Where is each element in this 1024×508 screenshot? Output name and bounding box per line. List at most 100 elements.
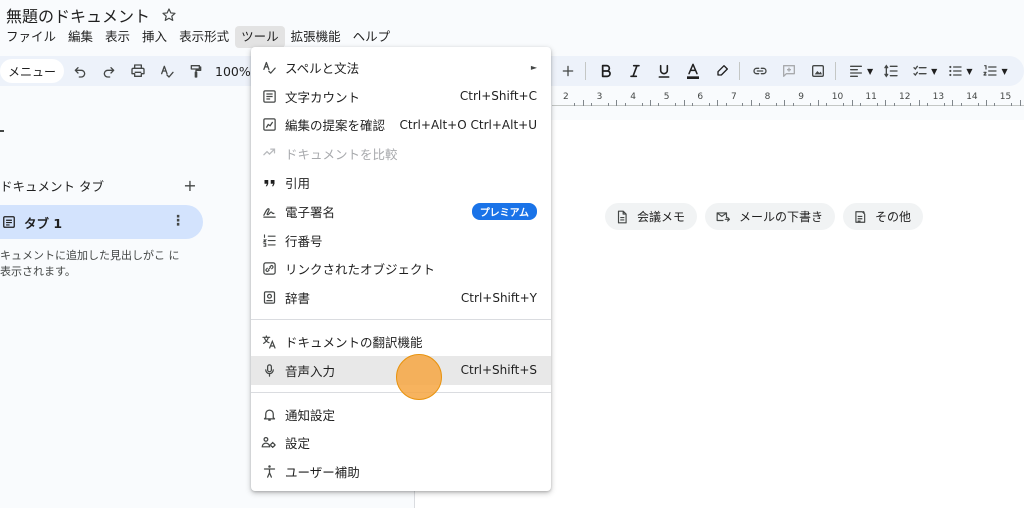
ruler-tick bbox=[818, 100, 819, 106]
menu-item-shortcut: Ctrl+Shift+C bbox=[459, 89, 537, 104]
horizontal-ruler[interactable]: 2 3 4 5 6 7 8 9 10 11 12 13 14 15 bbox=[552, 90, 1024, 110]
menu-item-label: ドキュメントの翻訳機能 bbox=[285, 335, 423, 351]
menu-separator bbox=[251, 319, 551, 321]
ruler-tick bbox=[692, 103, 693, 106]
ruler-tick bbox=[591, 103, 593, 106]
chip-label: その他 bbox=[875, 210, 912, 224]
chevron-down-icon[interactable]: ▼ bbox=[1001, 67, 1007, 76]
insert-link-icon[interactable] bbox=[747, 58, 773, 84]
numbered-list-icon[interactable] bbox=[977, 58, 1003, 84]
menu-item-shortcut: Ctrl+Shift+S bbox=[460, 363, 537, 378]
more-options-icon[interactable] bbox=[1013, 58, 1024, 84]
ruler-number: 10 bbox=[831, 92, 844, 102]
ruler-tick bbox=[624, 103, 626, 106]
menu-item-line-numbers[interactable]: 行番号 bbox=[251, 226, 551, 255]
insert-image-icon[interactable] bbox=[805, 58, 831, 84]
preferences-icon bbox=[261, 435, 277, 451]
menu-tools[interactable]: ツール bbox=[235, 26, 285, 48]
document-tabs-header: ドキュメント タブ + bbox=[0, 174, 200, 196]
document-tabs-title: ドキュメント タブ bbox=[0, 178, 104, 194]
document-title[interactable]: 無題のドキュメント bbox=[6, 3, 150, 27]
align-left-icon[interactable] bbox=[843, 58, 869, 84]
signature-icon bbox=[261, 203, 277, 219]
italic-icon[interactable] bbox=[622, 58, 648, 84]
ruler-number: 4 bbox=[630, 92, 636, 102]
increase-font-size-icon[interactable] bbox=[555, 58, 581, 84]
checklist-icon[interactable] bbox=[907, 58, 933, 84]
menu-item-label: スペルと文法 bbox=[285, 60, 360, 76]
meeting-notes-chip[interactable]: 会議メモ bbox=[605, 203, 698, 230]
bulleted-list-icon[interactable] bbox=[942, 58, 968, 84]
menu-item-translate-document[interactable]: ドキュメントの翻訳機能 bbox=[251, 327, 551, 356]
menu-item-linked-objects[interactable]: リンクされたオブジェクト bbox=[251, 255, 551, 284]
ruler-number: 6 bbox=[697, 92, 704, 102]
menu-item-label: 電子署名 bbox=[285, 204, 336, 220]
menu-edit[interactable]: 編集 bbox=[62, 26, 99, 48]
menu-item-esignature[interactable]: 電子署名 プレミアム bbox=[251, 197, 551, 226]
toolbar-divider bbox=[739, 62, 740, 80]
document-icon bbox=[617, 210, 627, 223]
spellcheck-icon[interactable] bbox=[154, 58, 180, 84]
ruler-tick bbox=[986, 100, 987, 106]
cursor-click-indicator bbox=[396, 354, 442, 400]
premium-badge: プレミアム bbox=[471, 202, 537, 220]
tab-options-icon[interactable]: ⋮ bbox=[171, 213, 185, 229]
ruler-tick bbox=[826, 103, 828, 106]
search-menus-button[interactable]: メニュー bbox=[0, 59, 65, 83]
underline-icon[interactable] bbox=[651, 58, 677, 84]
ruler-tick bbox=[675, 103, 677, 106]
ruler-tick bbox=[860, 103, 861, 106]
chevron-down-icon[interactable]: ▼ bbox=[966, 67, 972, 76]
email-draft-chip[interactable]: メールの下書き bbox=[705, 203, 836, 230]
chevron-down-icon[interactable]: ▼ bbox=[931, 67, 937, 76]
menu-item-notification-settings[interactable]: 通知設定 bbox=[251, 400, 551, 429]
paint-format-icon[interactable] bbox=[183, 58, 209, 84]
sidebar-item-tab-1[interactable]: タブ 1 ⋮ bbox=[0, 205, 203, 239]
bell-icon bbox=[261, 406, 277, 422]
ruler-tick bbox=[582, 100, 584, 106]
menu-item-dictionary[interactable]: 辞書 Ctrl+Shift+Y bbox=[251, 283, 551, 312]
redo-icon[interactable] bbox=[96, 58, 122, 84]
ruler-number: 14 bbox=[966, 92, 978, 102]
text-color-icon[interactable] bbox=[680, 58, 706, 84]
more-templates-chip[interactable]: その他 bbox=[843, 203, 924, 230]
menu-view[interactable]: 表示 bbox=[99, 26, 136, 48]
ruler-tick bbox=[725, 103, 727, 106]
chevron-down-icon[interactable]: ▼ bbox=[867, 67, 873, 76]
menu-insert[interactable]: 挿入 bbox=[136, 26, 173, 48]
ruler-tick bbox=[960, 103, 962, 106]
ruler-number: 5 bbox=[663, 92, 670, 102]
bold-icon[interactable] bbox=[593, 58, 619, 84]
menu-item-label: 設定 bbox=[285, 436, 311, 452]
translate-icon bbox=[261, 334, 277, 350]
menu-item-preferences[interactable]: 設定 bbox=[251, 429, 551, 458]
menu-format[interactable]: 表示形式 bbox=[173, 26, 235, 48]
ruler-tick bbox=[750, 100, 752, 106]
highlight-color-icon[interactable] bbox=[709, 58, 735, 84]
add-comment-icon[interactable] bbox=[776, 58, 802, 84]
menu-item-word-count[interactable]: 文字カウント Ctrl+Shift+C bbox=[251, 82, 551, 111]
ruler-tick bbox=[742, 103, 744, 106]
ruler-tick bbox=[784, 100, 786, 106]
menu-item-accessibility[interactable]: ユーザー補助 bbox=[251, 457, 551, 486]
menu-help[interactable]: ヘルプ bbox=[347, 26, 397, 48]
close-outline-icon[interactable] bbox=[0, 130, 4, 132]
menu-item-citations[interactable]: 引用 bbox=[251, 168, 551, 197]
print-icon[interactable] bbox=[125, 58, 151, 84]
line-spacing-icon[interactable] bbox=[878, 58, 904, 84]
menu-extensions[interactable]: 拡張機能 bbox=[285, 26, 347, 48]
chip-label: 会議メモ bbox=[637, 210, 686, 224]
ruler-tick bbox=[683, 100, 685, 106]
menu-item-review-suggestions[interactable]: 編集の提案を確認 Ctrl+Alt+O Ctrl+Alt+U bbox=[251, 111, 551, 140]
menu-item-compare-documents: ドキュメントを比較 bbox=[251, 139, 551, 168]
menu-item-label: リンクされたオブジェクト bbox=[285, 262, 436, 278]
ruler-tick bbox=[776, 103, 777, 106]
star-icon[interactable] bbox=[160, 6, 178, 24]
menu-item-spelling-grammar[interactable]: スペルと文法 ► bbox=[251, 53, 551, 82]
submenu-arrow-icon: ► bbox=[530, 62, 537, 72]
menu-file[interactable]: ファイル bbox=[0, 26, 62, 48]
tools-menu-dropdown: スペルと文法 ► 文字カウント Ctrl+Shift+C 編集の提案を確認 Ct… bbox=[251, 47, 551, 491]
undo-icon[interactable] bbox=[67, 58, 93, 84]
zoom-select[interactable]: 100% bbox=[215, 64, 251, 79]
add-tab-icon[interactable]: + bbox=[180, 176, 200, 195]
